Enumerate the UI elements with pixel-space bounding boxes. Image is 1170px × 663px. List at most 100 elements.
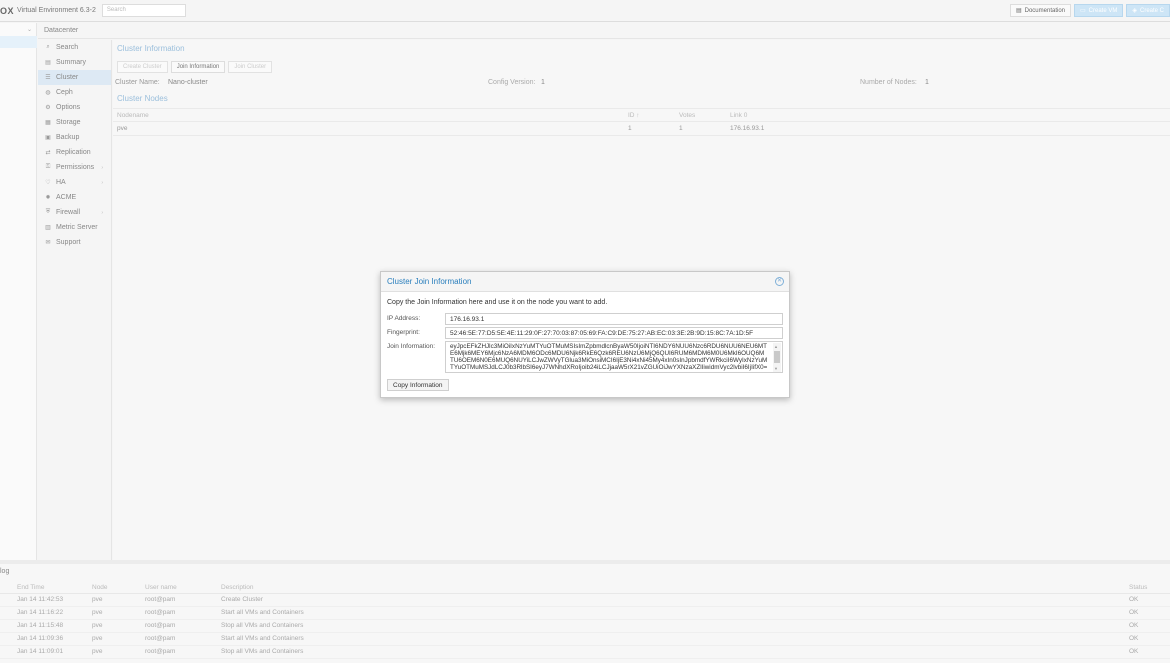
- log-user: root@pam: [145, 635, 176, 642]
- create-cluster-button[interactable]: Create Cluster: [117, 61, 168, 73]
- database-icon: ▦: [45, 120, 51, 126]
- tree-item-datacenter[interactable]: [0, 36, 37, 48]
- col-status[interactable]: Status: [1129, 584, 1147, 591]
- server-icon: ☰: [45, 75, 51, 81]
- cluster-info-title: Cluster Information: [117, 44, 185, 53]
- log-user: root@pam: [145, 609, 176, 616]
- col-link0[interactable]: Link 0: [730, 112, 747, 119]
- sidebar-item-firewall[interactable]: ⛨ Firewall ›: [38, 205, 111, 220]
- chevron-right-icon[interactable]: ›: [101, 165, 103, 171]
- col-nodename[interactable]: Nodename: [117, 112, 149, 119]
- chevron-right-icon[interactable]: ›: [101, 210, 103, 216]
- search-input[interactable]: Search: [101, 4, 186, 17]
- log-user: root@pam: [145, 622, 176, 629]
- sidebar-item-label: ACME: [56, 194, 77, 201]
- sidebar-item-label: Metric Server: [56, 224, 98, 231]
- sidebar-item-label: Support: [56, 239, 81, 246]
- table-row[interactable]: Jan 14 11:16:22 pve root@pam Start all VMs …: [0, 607, 1170, 620]
- sidebar-item-options[interactable]: ⚙ Options: [38, 100, 111, 115]
- floppy-icon: ▣: [45, 135, 51, 141]
- desktop-icon: ▭: [1080, 8, 1086, 14]
- chevron-right-icon[interactable]: ›: [101, 180, 103, 186]
- log-node: pve: [92, 609, 103, 616]
- config-version-value: 1: [541, 78, 545, 86]
- col-votes[interactable]: Votes: [679, 112, 695, 119]
- log-description: Stop all VMs and Containers: [221, 648, 304, 655]
- shield-icon: ⛨: [45, 209, 51, 215]
- fingerprint-field[interactable]: 52:46:5E:77:D5:5E:4E:11:29:0F:27:70:03:8…: [445, 327, 783, 339]
- fingerprint-label: Fingerprint:: [387, 329, 420, 336]
- sidebar-item-acme[interactable]: ✹ ACME: [38, 190, 111, 205]
- join-information-button[interactable]: Join Information: [170, 61, 226, 73]
- log-end-time: Jan 14 11:16:22: [17, 609, 64, 616]
- col-user-name[interactable]: User name: [145, 584, 177, 591]
- sidebar-item-ha[interactable]: ♡ HA ›: [38, 175, 111, 190]
- scrollbar-thumb[interactable]: [774, 351, 780, 363]
- ip-address-field[interactable]: 176.16.93.1: [445, 313, 783, 325]
- scroll-down-icon[interactable]: ▼: [774, 365, 778, 372]
- sidebar-item-permissions[interactable]: ⚿ Permissions ›: [38, 160, 111, 175]
- join-cluster-button[interactable]: Join Cluster: [228, 61, 273, 73]
- sidebar-item-replication[interactable]: ⇄ Replication: [38, 145, 111, 160]
- sidebar-item-label: Cluster: [56, 74, 79, 81]
- join-information-text: eyJpcEFkZHJlc3MiOiIxNzYuMTYuOTMuMSIsImZp…: [450, 343, 768, 371]
- sidebar-item-support[interactable]: ✉ Support: [38, 235, 111, 250]
- col-description[interactable]: Description: [221, 584, 254, 591]
- sidebar-item-ceph[interactable]: ◍ Ceph: [38, 85, 111, 100]
- number-of-nodes-label: Number of Nodes:: [860, 78, 917, 86]
- breadcrumb: Datacenter: [38, 23, 1170, 39]
- log-node: pve: [92, 635, 103, 642]
- documentation-label: Documentation: [1024, 7, 1065, 14]
- col-node[interactable]: Node: [92, 584, 108, 591]
- log-node: pve: [92, 648, 103, 655]
- datacenter-menu: ⌕ Search ▤ Summary ☰ Cluster ◍ Ceph ⚙ Options ▦ Sto…: [38, 40, 112, 560]
- create-ct-button[interactable]: ◈ Create C: [1126, 4, 1170, 17]
- table-row[interactable]: Jan 14 11:15:48 pve root@pam Stop all VMs a…: [0, 620, 1170, 633]
- number-of-nodes-value: 1: [925, 78, 929, 86]
- sidebar-item-backup[interactable]: ▣ Backup: [38, 130, 111, 145]
- copy-information-button[interactable]: Copy Information: [387, 379, 449, 391]
- search-icon: ⌕: [46, 44, 50, 50]
- table-row[interactable]: Jan 14 11:09:01 pve root@pam Stop all VMs a…: [0, 646, 1170, 659]
- chevron-down-icon[interactable]: ⌄: [27, 26, 32, 33]
- create-vm-button[interactable]: ▭ Create VM: [1074, 4, 1124, 17]
- task-log-panel: log End Time Node User name Description …: [0, 564, 1170, 663]
- sidebar-item-label: Summary: [56, 59, 86, 66]
- sidebar-item-cluster[interactable]: ☰ Cluster: [38, 70, 111, 85]
- cluster-join-info-dialog: Cluster Join Information ✕ Copy the Join…: [380, 271, 790, 398]
- log-end-time: Jan 14 11:42:53: [17, 596, 64, 603]
- documentation-button[interactable]: ▤ Documentation: [1009, 4, 1071, 17]
- col-end-time[interactable]: End Time: [17, 584, 44, 591]
- log-end-time: Jan 14 11:09:36: [17, 635, 64, 642]
- log-user: root@pam: [145, 596, 176, 603]
- node-id: 1: [628, 125, 632, 132]
- node-name: pve: [117, 125, 128, 132]
- close-icon[interactable]: ✕: [775, 277, 784, 286]
- sidebar-item-search[interactable]: ⌕ Search: [38, 40, 111, 55]
- textarea-scrollbar[interactable]: ▲ ▼: [773, 343, 781, 372]
- cube-icon: ◈: [1132, 8, 1137, 14]
- log-description: Stop all VMs and Containers: [221, 622, 304, 629]
- sidebar-item-label: Replication: [56, 149, 91, 156]
- chart-icon: ▥: [45, 225, 51, 231]
- table-row[interactable]: pve 1 1 176.16.93.1: [113, 122, 1170, 136]
- sidebar-item-metric-server[interactable]: ▥ Metric Server: [38, 220, 111, 235]
- log-status: OK: [1129, 596, 1139, 603]
- sidebar-item-summary[interactable]: ▤ Summary: [38, 55, 111, 70]
- log-status: OK: [1129, 609, 1139, 616]
- nodes-table-header: Nodename ID ↑ Votes Link 0: [113, 108, 1170, 122]
- join-information-label: Join Information:: [387, 343, 436, 350]
- join-information-textarea[interactable]: eyJpcEFkZHJlc3MiOiIxNzYuMTYuOTMuMSIsImZp…: [445, 341, 783, 373]
- table-row[interactable]: Jan 14 11:09:36 pve root@pam Start all VMs …: [0, 633, 1170, 646]
- log-end-time: Jan 14 11:15:48: [17, 622, 64, 629]
- heartbeat-icon: ♡: [45, 180, 51, 186]
- sidebar-item-storage[interactable]: ▦ Storage: [38, 115, 111, 130]
- log-description: Start all VMs and Containers: [221, 609, 304, 616]
- brand-logo-text: OX: [0, 5, 15, 16]
- top-bar: OX Virtual Environment 6.3-2 Search ▤ Do…: [0, 0, 1170, 22]
- col-id[interactable]: ID ↑: [628, 112, 640, 119]
- scroll-up-icon[interactable]: ▲: [774, 343, 778, 350]
- table-row[interactable]: Jan 14 11:42:53 pve root@pam Create Cluster…: [0, 594, 1170, 607]
- cluster-name-label: Cluster Name:: [115, 78, 160, 86]
- cluster-nodes-title: Cluster Nodes: [117, 94, 168, 103]
